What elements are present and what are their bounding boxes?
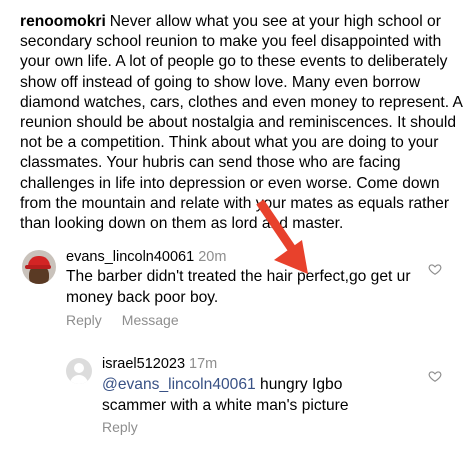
avatar[interactable] [66,358,92,384]
comment-username[interactable]: evans_lincoln40061 [66,249,194,265]
reply-time: 17m [189,356,218,372]
reply-text: @evans_lincoln40061 hungry Igbo scammer … [102,374,402,416]
reply-button[interactable]: Reply [66,312,102,328]
heart-outline-icon[interactable] [428,262,442,276]
mention-link[interactable]: @evans_lincoln40061 [102,376,256,393]
heart-outline-icon[interactable] [428,369,442,383]
reply-username[interactable]: israel512023 [102,356,185,372]
reply-header: israel512023 17m [102,355,217,373]
reply-button[interactable]: Reply [102,419,138,435]
caption-username[interactable]: renoomokri [20,13,106,30]
message-button[interactable]: Message [122,312,179,328]
comment-actions: Reply Message [66,311,199,329]
comment-time: 20m [198,249,227,265]
comment-header: evans_lincoln40061 20m [66,248,226,266]
red-arrow-icon [256,199,308,274]
instagram-comments-screen: renoomokri Never allow what you see at yo… [0,0,474,470]
avatar[interactable] [22,250,56,284]
reply-actions: Reply [102,418,158,436]
